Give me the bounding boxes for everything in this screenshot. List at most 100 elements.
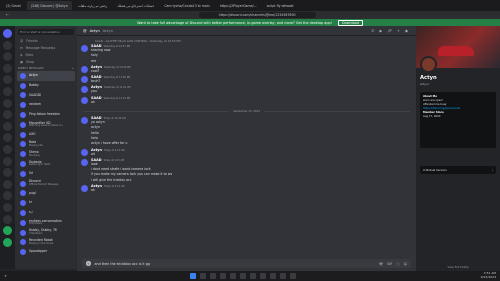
browser-tab-3[interactable]: رجعي تم زيارته ملفات (74, 1, 112, 10)
explorer-icon[interactable] (220, 273, 226, 279)
avatar[interactable] (81, 45, 88, 52)
message-author[interactable]: Actyn (91, 148, 102, 152)
clock[interactable]: 3:51 AM 9/15/2024 (481, 272, 496, 279)
dm-item[interactable]: Srl (17, 169, 75, 179)
message-composer[interactable]: + and then the trickblox acc is it gg 🎁︎… (82, 259, 411, 268)
dm-item[interactable]: random (17, 100, 75, 110)
emoji-icon[interactable]: ☺ (404, 262, 407, 266)
explore-icon[interactable] (3, 237, 12, 247)
browser-tab-5[interactable]: Cam tycho/Cando13 st main (160, 1, 213, 10)
home-icon[interactable] (3, 29, 12, 38)
add-server-icon[interactable] (3, 226, 12, 236)
dm-item[interactable]: Sheno Studying (17, 149, 75, 159)
dm-name: Spoolzipper (29, 249, 48, 254)
back-icon[interactable]: ← (6, 13, 9, 17)
avatar[interactable] (81, 185, 88, 193)
avatar[interactable] (81, 117, 88, 125)
server-icon[interactable] (3, 63, 12, 73)
dm-item[interactable]: s,l (17, 208, 75, 218)
reply-preview[interactable]: SAAD - GLATHE HILAS GUN CONTROL, Yesterd… (77, 39, 416, 43)
browser-tab-1[interactable]: (2) Gmail (2, 1, 25, 10)
dm-item[interactable]: Actyn (17, 71, 75, 81)
server-icon[interactable] (3, 191, 12, 201)
call-icon[interactable]: ✆ (372, 29, 375, 33)
dm-item[interactable]: endless conversation 8 Members (17, 218, 75, 228)
server-icon[interactable] (3, 168, 12, 178)
browser-tab-4[interactable]: حسابات استرجاع من فضلك (113, 1, 158, 10)
browser-tab-7[interactable]: script fly dehood (263, 1, 298, 10)
attach-icon[interactable]: + (86, 261, 91, 266)
dm-item[interactable]: kr (17, 198, 75, 208)
plus-icon[interactable]: + (72, 66, 74, 70)
taskview-icon[interactable] (210, 273, 216, 279)
server-icon[interactable] (3, 214, 12, 224)
composer-text[interactable]: and then the trickblox acc is it gg (95, 262, 150, 266)
dm-item[interactable]: SAADDI (17, 91, 75, 101)
app-icon[interactable] (250, 273, 256, 279)
browser-tab-6[interactable]: https://2PlayerGame/... (216, 1, 261, 10)
dm-item[interactable]: Mouseflier XD Watching several videos on.… (17, 120, 75, 130)
dm-item[interactable]: Ping follow freedom (17, 110, 75, 120)
url-text[interactable]: https://discord.com/channels/@me/1234567… (198, 12, 316, 18)
dm-item[interactable]: Babby (17, 81, 75, 91)
add-friend-icon[interactable]: + (397, 29, 400, 33)
search-icon[interactable] (200, 273, 206, 279)
browser-tab-2[interactable]: (248) Discord | @Actyn (26, 1, 72, 10)
message-timestamp: Today at 12:46 AM (103, 117, 126, 121)
sticker-icon[interactable]: ▢ (396, 262, 399, 266)
dm-item[interactable]: Dubby, Dubby, TK 3 Members (17, 228, 75, 238)
avatar[interactable] (81, 76, 88, 84)
dm-item[interactable]: Dudasia Listening to Heart (17, 159, 75, 169)
app-icon[interactable] (240, 273, 246, 279)
server-icon[interactable] (3, 86, 12, 96)
pin-icon[interactable]: 📌︎ (387, 29, 392, 33)
nav-shop[interactable]: ▣ Shop (15, 58, 77, 65)
server-icon[interactable] (3, 144, 12, 154)
gift-icon[interactable]: 🎁︎ (379, 262, 383, 266)
avatar[interactable] (81, 86, 88, 94)
profile-toggle-icon[interactable]: ◉ (405, 29, 408, 33)
app-icon[interactable] (280, 273, 286, 279)
avatar[interactable] (81, 158, 88, 166)
windows-start-icon[interactable] (190, 273, 196, 279)
mutual-servers[interactable]: 9 Mutual Servers › (420, 166, 496, 174)
server-icon[interactable] (3, 156, 12, 166)
app-icon[interactable] (290, 273, 296, 279)
nav-message-requests[interactable]: ✉ Message Requests (15, 44, 77, 51)
search-input[interactable]: Find or start a conversation (18, 29, 74, 35)
app-icon[interactable] (260, 273, 266, 279)
server-icon[interactable] (3, 75, 12, 85)
server-icon[interactable] (3, 179, 12, 189)
video-icon[interactable]: ▶ (380, 29, 383, 33)
server-icon[interactable] (3, 202, 12, 212)
profile-avatar[interactable] (420, 56, 437, 73)
view-full-profile-link[interactable]: View Full Profile (416, 265, 500, 269)
server-icon[interactable] (3, 121, 12, 131)
dm-item[interactable]: Reunited Robot Playing in the house (17, 238, 75, 248)
dm-item[interactable]: AXO (17, 130, 75, 140)
dm-item[interactable]: pugl (17, 189, 75, 199)
dm-item[interactable]: Discord Official Discord Message (17, 179, 75, 189)
avatar[interactable] (81, 65, 88, 73)
download-button[interactable]: Download (338, 19, 363, 26)
weather-icon[interactable]: ☀ (4, 274, 7, 278)
gif-icon[interactable]: GIF (387, 262, 392, 266)
dm-item[interactable]: Bota Playing idle (17, 140, 75, 150)
nav-friends[interactable]: ☺ Friends (15, 37, 77, 44)
address-bar[interactable]: ← https://discord.com/channels/@me/12345… (0, 11, 500, 19)
app-icon[interactable] (270, 273, 276, 279)
server-icon[interactable] (3, 133, 12, 143)
browser-icon[interactable] (230, 273, 236, 279)
dm-item[interactable]: Spoolzipper (17, 247, 75, 257)
dm-name: Ping follow freedom (29, 112, 60, 117)
server-icon[interactable] (3, 110, 12, 120)
server-rail (0, 26, 15, 281)
avatar[interactable] (81, 96, 88, 104)
nav-label: Friends (26, 38, 38, 43)
server-icon[interactable] (3, 52, 12, 62)
nav-nitro[interactable]: ◈ Nitro (15, 51, 77, 58)
avatar[interactable] (81, 148, 88, 156)
server-icon[interactable] (3, 40, 12, 50)
message-group: SAAD Yesterday at 11:00 PM bruh? (77, 75, 416, 84)
server-icon[interactable] (3, 98, 12, 108)
